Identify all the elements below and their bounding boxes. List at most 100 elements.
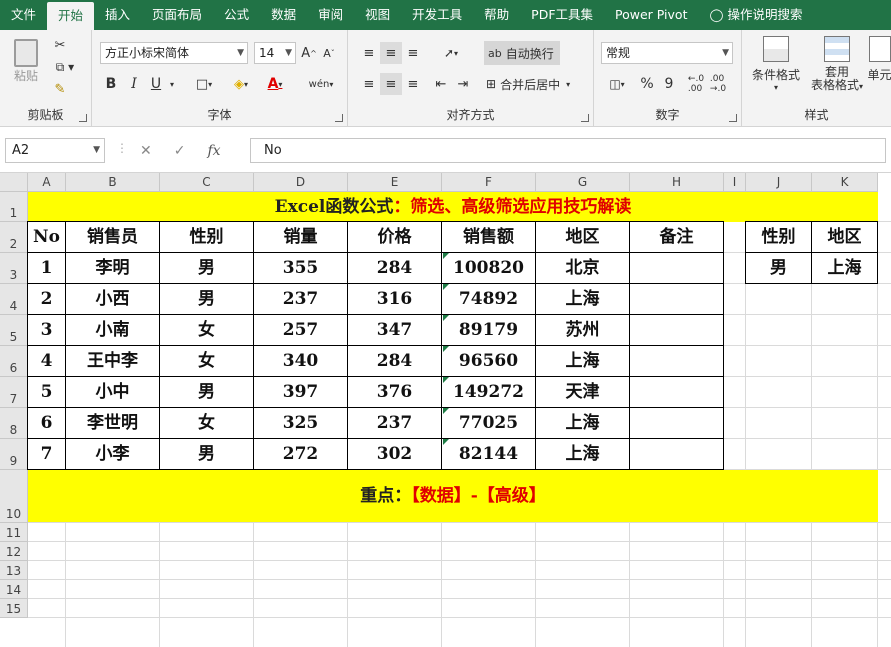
- row-header-15[interactable]: 15: [0, 599, 28, 618]
- align-left-icon[interactable]: ≡: [358, 73, 380, 95]
- table-header-cell[interactable]: 销量: [253, 221, 348, 253]
- font-name-combo[interactable]: 方正小标宋简体 ▼: [100, 42, 248, 64]
- table-cell[interactable]: 2: [27, 283, 66, 315]
- table-cell[interactable]: [629, 438, 724, 470]
- table-header-cell[interactable]: 销售额: [441, 221, 536, 253]
- table-cell[interactable]: [629, 407, 724, 439]
- table-cell[interactable]: 5: [27, 376, 66, 408]
- table-cell[interactable]: 小中: [65, 376, 160, 408]
- table-cell[interactable]: 男: [159, 252, 254, 284]
- format-as-table-button[interactable]: 套用 表格格式▾: [808, 36, 866, 102]
- align-middle-icon[interactable]: ≡: [380, 42, 402, 64]
- table-cell[interactable]: 上海: [535, 283, 630, 315]
- row-header-8[interactable]: 8: [0, 408, 28, 439]
- cancel-icon[interactable]: ✕: [140, 143, 152, 159]
- alignment-launcher-icon[interactable]: [581, 114, 589, 122]
- paste-button[interactable]: 粘贴: [8, 36, 44, 86]
- comma-style-button[interactable]: 9: [660, 73, 678, 95]
- table-header-cell[interactable]: 销售员: [65, 221, 160, 253]
- table-cell[interactable]: 苏州: [535, 314, 630, 346]
- column-header-a[interactable]: A: [28, 173, 66, 192]
- number-format-combo[interactable]: 常规 ▼: [601, 42, 733, 64]
- tab-file[interactable]: 文件: [0, 0, 47, 30]
- table-header-cell[interactable]: 备注: [629, 221, 724, 253]
- table-cell[interactable]: 284: [347, 252, 442, 284]
- number-launcher-icon[interactable]: [729, 114, 737, 122]
- select-all-corner[interactable]: [0, 173, 28, 192]
- table-cell[interactable]: 89179: [441, 314, 536, 346]
- table-cell[interactable]: [629, 345, 724, 377]
- table-cell[interactable]: 1: [27, 252, 66, 284]
- row-header-1[interactable]: 1: [0, 192, 28, 222]
- table-cell[interactable]: 天津: [535, 376, 630, 408]
- table-cell[interactable]: 237: [347, 407, 442, 439]
- tab-developer[interactable]: 开发工具: [401, 0, 473, 30]
- grow-font-button[interactable]: A ^: [300, 43, 318, 63]
- column-header-b[interactable]: B: [66, 173, 160, 192]
- table-cell[interactable]: 7: [27, 438, 66, 470]
- row-header-9[interactable]: 9: [0, 439, 28, 470]
- column-header-d[interactable]: D: [254, 173, 348, 192]
- bold-button[interactable]: B: [102, 73, 120, 95]
- column-header-h[interactable]: H: [630, 173, 724, 192]
- column-header-f[interactable]: F: [442, 173, 536, 192]
- table-cell[interactable]: 376: [347, 376, 442, 408]
- increase-decimal-icon[interactable]: ←.0.00: [686, 73, 706, 95]
- table-cell[interactable]: 小西: [65, 283, 160, 315]
- table-cell[interactable]: [629, 283, 724, 315]
- table-cell[interactable]: 李世明: [65, 407, 160, 439]
- font-launcher-icon[interactable]: [335, 114, 343, 122]
- underline-button[interactable]: U: [147, 73, 165, 95]
- tab-help[interactable]: 帮助: [473, 0, 520, 30]
- table-header-cell[interactable]: 性别: [159, 221, 254, 253]
- criteria-header-cell[interactable]: 地区: [811, 221, 878, 253]
- table-cell[interactable]: 397: [253, 376, 348, 408]
- row-header-5[interactable]: 5: [0, 315, 28, 346]
- column-header-j[interactable]: J: [746, 173, 812, 192]
- row-header-10[interactable]: 10: [0, 470, 28, 523]
- row-header-3[interactable]: 3: [0, 253, 28, 284]
- table-cell[interactable]: [629, 376, 724, 408]
- table-cell[interactable]: 77025: [441, 407, 536, 439]
- table-cell[interactable]: 257: [253, 314, 348, 346]
- currency-icon[interactable]: ◫ ▾: [602, 73, 632, 95]
- table-cell[interactable]: 284: [347, 345, 442, 377]
- copy-icon[interactable]: ⧉ ▾: [50, 58, 80, 76]
- table-cell[interactable]: 149272: [441, 376, 536, 408]
- tab-review[interactable]: 审阅: [307, 0, 354, 30]
- font-size-combo[interactable]: 14 ▼: [254, 42, 296, 64]
- table-cell[interactable]: 316: [347, 283, 442, 315]
- column-header-i[interactable]: I: [724, 173, 746, 192]
- align-bottom-icon[interactable]: ≡: [402, 42, 424, 64]
- table-cell[interactable]: 100820: [441, 252, 536, 284]
- row-header-12[interactable]: 12: [0, 542, 28, 561]
- decrease-decimal-icon[interactable]: .00 →.0: [708, 73, 728, 95]
- orientation-icon[interactable]: ➚ ▾: [434, 42, 468, 64]
- borders-icon[interactable]: □ ▾: [190, 73, 218, 95]
- column-header-g[interactable]: G: [536, 173, 630, 192]
- table-cell[interactable]: 上海: [535, 407, 630, 439]
- tab-data[interactable]: 数据: [260, 0, 307, 30]
- column-header-e[interactable]: E: [348, 173, 442, 192]
- criteria-header-cell[interactable]: 性别: [745, 221, 812, 253]
- row-header-4[interactable]: 4: [0, 284, 28, 315]
- table-header-cell[interactable]: No: [27, 221, 66, 253]
- align-right-icon[interactable]: ≡: [402, 73, 424, 95]
- table-cell[interactable]: 237: [253, 283, 348, 315]
- table-cell[interactable]: 96560: [441, 345, 536, 377]
- table-cell[interactable]: 3: [27, 314, 66, 346]
- phonetic-guide-icon[interactable]: wén ▾: [304, 73, 338, 95]
- enter-icon[interactable]: ✓: [174, 143, 186, 159]
- table-cell[interactable]: 女: [159, 345, 254, 377]
- wrap-text-button[interactable]: ab 自动换行: [484, 41, 560, 65]
- row-header-2[interactable]: 2: [0, 222, 28, 253]
- table-cell[interactable]: 男: [159, 376, 254, 408]
- row-header-7[interactable]: 7: [0, 377, 28, 408]
- fill-color-icon[interactable]: ◈ ▾: [226, 73, 256, 95]
- tab-home[interactable]: 开始: [47, 2, 95, 30]
- formula-input[interactable]: No: [250, 138, 886, 163]
- align-center-icon[interactable]: ≡: [380, 73, 402, 95]
- name-box[interactable]: A2 ▼: [5, 138, 105, 163]
- tab-pdf-tools[interactable]: PDF工具集: [520, 0, 604, 30]
- tab-page-layout[interactable]: 页面布局: [141, 0, 213, 30]
